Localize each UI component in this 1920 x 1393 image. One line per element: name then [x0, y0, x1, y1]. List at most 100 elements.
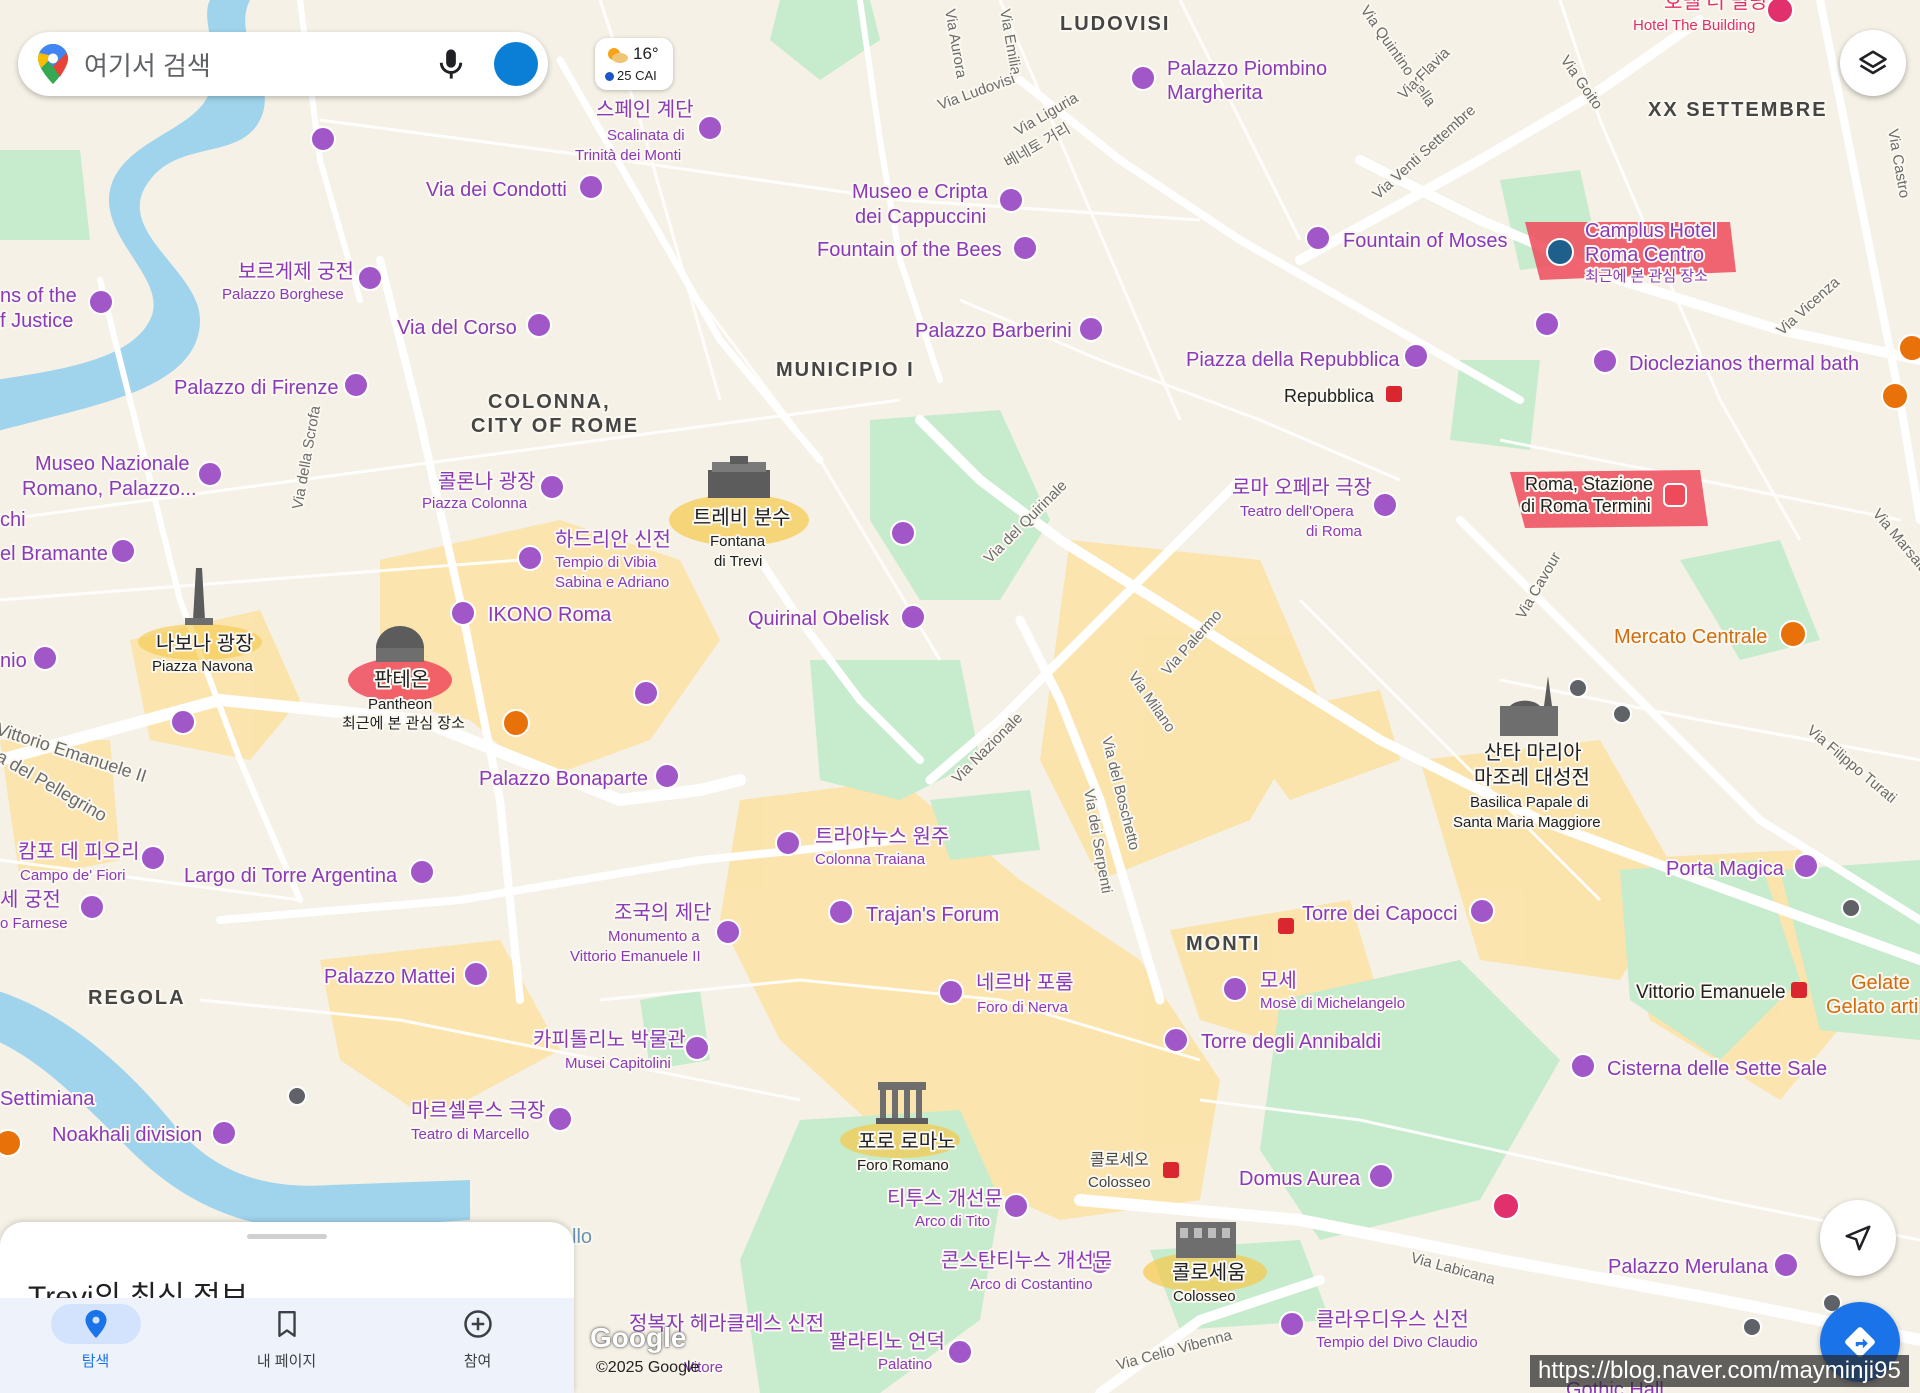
- poi-label: 마르셀루스 극장: [411, 1099, 545, 1122]
- poi-label: 트라야누스 원주: [815, 825, 949, 848]
- poi-label: Via dei Condotti: [426, 179, 567, 201]
- camera-icon: [1012, 235, 1038, 261]
- transit-label: Vittorio Emanuele: [1636, 982, 1786, 1003]
- poi-sublabel: Sabina e Adriano: [555, 574, 669, 591]
- landmark-icon: [828, 899, 854, 925]
- museum-icon: [170, 709, 196, 735]
- search-input[interactable]: 여기서 검색: [84, 46, 436, 83]
- poi-sublabel: Colosseo: [1173, 1288, 1236, 1305]
- poi-sublabel: Pantheon: [368, 696, 432, 713]
- poi-sublabel: Trinità dei Monti: [575, 147, 681, 164]
- poi-label: 콜론나 광장: [438, 470, 536, 493]
- poi-sublabel: Arco di Costantino: [970, 1276, 1093, 1293]
- poi-sublabel: Teatro di Marcello: [411, 1126, 529, 1143]
- copyright-text: ©2025 Google: [596, 1359, 700, 1376]
- temperature: 16°: [633, 44, 659, 63]
- poi-label: 트레비 분수: [693, 506, 791, 529]
- metro-icon: [1386, 386, 1402, 402]
- poi-label: Dioclezianos thermal bath: [1629, 353, 1859, 375]
- nav-my-page[interactable]: 내 페이지: [191, 1298, 382, 1393]
- landmark-icon: [88, 289, 114, 315]
- poi-sublabel: Vittorio Emanuele II: [570, 948, 701, 965]
- district-label: COLONNA,: [488, 391, 611, 413]
- cross-icon: [526, 312, 552, 338]
- my-location-button[interactable]: [1820, 1200, 1896, 1276]
- poi-label: 로마 오페라 극장: [1232, 476, 1372, 499]
- poi-sublabel: Tempio di Vibia: [555, 554, 657, 571]
- poi-sublabel: Tempio del Divo Claudio: [1316, 1334, 1478, 1351]
- avatar[interactable]: [494, 42, 538, 86]
- monument-icon: [463, 961, 489, 987]
- bus-stop-icon: [287, 1086, 307, 1106]
- poi-label: Margherita: [1167, 82, 1263, 104]
- drag-handle[interactable]: [247, 1234, 327, 1239]
- poi-label: Palazzo Merulana: [1608, 1256, 1769, 1278]
- camera-icon: [409, 859, 435, 885]
- poi-sublabel: Fontana: [710, 533, 766, 550]
- bottom-sheet[interactable]: Trevi의 최신 정보 탐색 내 페이지: [0, 1222, 574, 1393]
- poi-label: 콜로세움: [1172, 1261, 1246, 1284]
- pin-icon: [85, 1310, 106, 1338]
- district-label: MONTI: [1186, 933, 1260, 955]
- hotel-icon: [1766, 0, 1794, 24]
- metro-icon: [1163, 1162, 1179, 1178]
- museum-icon: [357, 265, 383, 291]
- museum-icon: [197, 461, 223, 487]
- poi-label: el Bramante: [0, 543, 108, 565]
- poi-label: 네르바 포룸: [976, 971, 1074, 994]
- food-label: Gelate: [1851, 972, 1910, 994]
- camera-icon: [654, 763, 680, 789]
- poi-sublabel: Palatino: [878, 1356, 932, 1373]
- poi-sublabel: 최근에 본 관심 장소: [342, 715, 465, 732]
- museum-icon: [1773, 1252, 1799, 1278]
- bus-stop-icon: [1841, 898, 1861, 918]
- district-label: LUDOVISI: [1060, 13, 1170, 35]
- camera-icon: [1469, 898, 1495, 924]
- bottom-nav: 탐색 내 페이지 참여: [0, 1298, 574, 1393]
- poi-sublabel: Arco di Tito: [915, 1213, 990, 1230]
- poi-sublabel: Santa Maria Maggiore: [1453, 814, 1601, 831]
- poi-label: Noakhali division: [52, 1124, 202, 1146]
- poi-label: Piazza della Repubblica: [1186, 349, 1400, 371]
- nav-contribute[interactable]: 참여: [382, 1298, 573, 1393]
- poi-sublabel: Monumento a: [608, 928, 700, 945]
- landmark-icon: [1163, 1027, 1189, 1053]
- navigation-arrow-icon: [1845, 1225, 1871, 1251]
- landmark-icon: [79, 894, 105, 920]
- weather-chip[interactable]: 16° 25 CAI: [595, 38, 673, 90]
- poi-sublabel: Scalinata di: [607, 127, 685, 144]
- poi-label: 캄포 데 피오리: [18, 840, 140, 863]
- microphone-icon[interactable]: [436, 47, 466, 81]
- saved-place-label: Roma Centro: [1585, 244, 1704, 266]
- poi-label: Domus Aurea: [1239, 1168, 1361, 1190]
- landmark-icon: [1279, 1311, 1305, 1337]
- museum-icon: [140, 845, 166, 871]
- search-bar[interactable]: 여기서 검색: [18, 32, 548, 96]
- map-canvas[interactable]: LUDOVISI XX SETTEMBRE MUNICIPIO I COLONN…: [0, 0, 1920, 1393]
- monument-icon: [1003, 1193, 1029, 1219]
- layers-button[interactable]: [1840, 30, 1906, 96]
- poi-label: Palazzo Mattei: [324, 966, 455, 988]
- district-label: CITY OF ROME: [471, 415, 639, 437]
- cross-icon: [32, 645, 58, 671]
- palette-icon: [633, 680, 659, 706]
- district-label: REGOLA: [88, 987, 186, 1009]
- museum-icon: [684, 1035, 710, 1061]
- poi-label: 티투스 개선문: [887, 1187, 1003, 1210]
- landmark-icon: [1403, 343, 1429, 369]
- bus-stop-icon: [1612, 704, 1632, 724]
- train-icon: [1663, 483, 1687, 507]
- district-label: MUNICIPIO I: [776, 359, 915, 381]
- poi-sublabel: Palazzo Borghese: [222, 286, 344, 303]
- poi-label: 조국의 제단: [614, 901, 712, 924]
- bus-stop-icon: [1742, 1317, 1762, 1337]
- nav-label: 내 페이지: [256, 1353, 317, 1370]
- partly-cloudy-icon: [608, 48, 628, 63]
- nav-explore[interactable]: 탐색: [0, 1298, 191, 1393]
- museum-icon: [998, 187, 1024, 213]
- poi-label: ns of the: [0, 285, 77, 307]
- landmark-icon: [343, 372, 369, 398]
- poi-label: Palazzo Barberini: [915, 320, 1072, 342]
- saved-place-label: di Roma Termini: [1521, 496, 1651, 516]
- poi-label: nio: [0, 650, 27, 672]
